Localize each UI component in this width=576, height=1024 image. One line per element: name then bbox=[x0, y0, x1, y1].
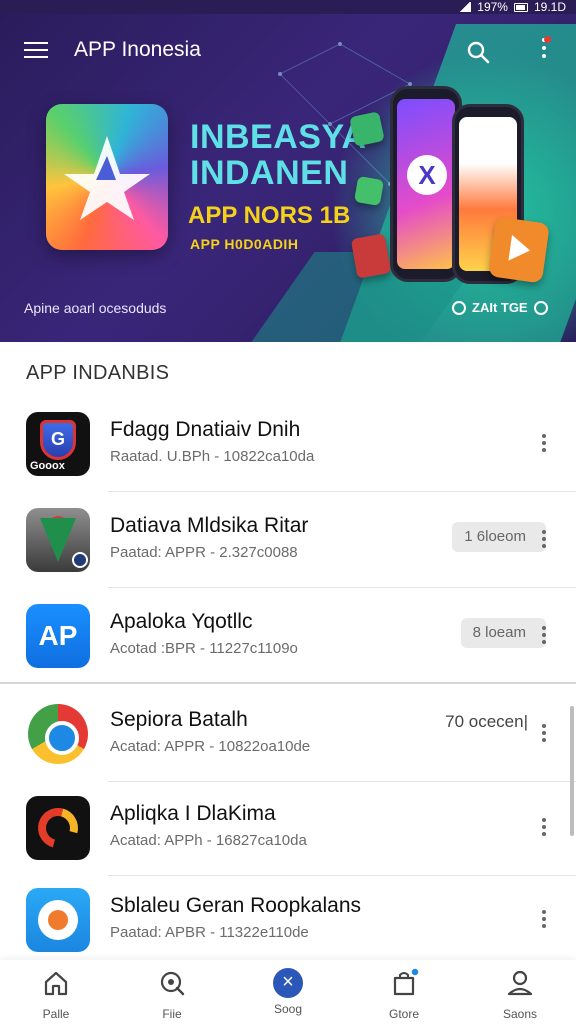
app-icon-swoosh bbox=[26, 796, 90, 860]
nav-profile[interactable]: Saons bbox=[475, 968, 565, 1021]
divider bbox=[0, 682, 576, 684]
nav-home[interactable]: Palle bbox=[11, 968, 101, 1021]
bottom-navigation: Palle Fiie Soog Gtore Saons bbox=[0, 960, 576, 1024]
menu-icon[interactable] bbox=[24, 42, 48, 60]
item-menu-icon[interactable] bbox=[540, 818, 548, 840]
app-size: 70 ocecen| bbox=[445, 712, 528, 731]
item-menu-icon[interactable] bbox=[540, 724, 548, 746]
banner-badge[interactable]: ZAIt TGE bbox=[452, 300, 548, 315]
list-item[interactable]: Gooox Fdagg Dnatiaiv Dnih Raatad. U.BPh … bbox=[0, 396, 576, 492]
list-item[interactable]: AP Apaloka Yqotllc Acotad :BPR - 11227c1… bbox=[0, 588, 576, 684]
list-item[interactable]: Apliqka I DlaKima Acatad: APPh - 16827ca… bbox=[0, 780, 576, 876]
circle-icon bbox=[533, 300, 548, 315]
app-details: Paatad: APPR - 2.327c0088 bbox=[110, 544, 298, 561]
app-name: Sblaleu Geran Roopkalans bbox=[110, 894, 361, 917]
app-details: Acotad :BPR - 11227c1109o bbox=[110, 640, 298, 657]
profile-icon bbox=[507, 970, 533, 996]
app-icon-gem bbox=[26, 508, 90, 572]
discover-icon bbox=[160, 971, 185, 996]
nav-label: Saons bbox=[502, 1007, 538, 1021]
nav-label: Palle bbox=[42, 1007, 70, 1021]
app-icon-chat bbox=[26, 888, 90, 952]
app-name: Datiava Mldsika Ritar bbox=[110, 514, 309, 537]
app-details: Raatad. U.BPh - 10822ca10da bbox=[110, 448, 315, 465]
item-menu-icon[interactable] bbox=[540, 626, 548, 648]
banner-tagline: APP H0D0ADIH bbox=[190, 236, 299, 252]
hero-banner[interactable]: APP Inonesia INBEASYA INDANEN APP NORS 1… bbox=[0, 14, 576, 342]
item-menu-icon[interactable] bbox=[540, 910, 548, 932]
app-details: Acatad: APPh - 16827ca10da bbox=[110, 832, 307, 849]
banner-headline-1: INBEASYA bbox=[190, 118, 367, 156]
app-icon-ap: AP bbox=[26, 604, 90, 668]
app-details: Paatad: APBR - 11322e110de bbox=[110, 924, 309, 941]
nav-discover[interactable]: Fiie bbox=[127, 968, 217, 1021]
banner-app-logo bbox=[46, 104, 168, 250]
circle-icon bbox=[452, 300, 466, 315]
app-name: Fdagg Dnatiaiv Dnih bbox=[110, 418, 301, 441]
banner-caption: Apine aoarl ocesoduds bbox=[24, 300, 167, 316]
status-icons: 197% 19.1D bbox=[459, 0, 566, 14]
banner-headline-2: INDANEN bbox=[190, 154, 349, 192]
item-menu-icon[interactable] bbox=[540, 434, 548, 456]
clock: 19.1D bbox=[533, 0, 566, 14]
overflow-menu-icon[interactable] bbox=[538, 36, 551, 64]
signal-icon bbox=[459, 2, 472, 12]
item-menu-icon[interactable] bbox=[540, 530, 548, 552]
app-name: Sepiora Batalh bbox=[110, 708, 248, 731]
notification-dot bbox=[544, 36, 551, 43]
banner-subheadline: APP NORS 1B bbox=[188, 202, 351, 229]
search-icon[interactable] bbox=[466, 40, 490, 64]
list-item[interactable]: Datiava Mldsika Ritar Paatad: APPR - 2.3… bbox=[0, 492, 576, 588]
floating-camera-icon bbox=[350, 233, 392, 279]
nav-label: Soog bbox=[273, 1002, 303, 1016]
app-center-icon bbox=[273, 968, 303, 998]
scrollbar[interactable] bbox=[570, 706, 574, 836]
action-button[interactable]: 8 loeam bbox=[460, 618, 546, 648]
app-details: Acatad: APPR - 10822oa10de bbox=[110, 738, 311, 755]
store-bag-icon bbox=[393, 967, 420, 996]
home-icon bbox=[44, 971, 68, 996]
nav-label: Gtore bbox=[388, 1007, 419, 1021]
app-icon-chrome bbox=[26, 702, 90, 766]
play-icon bbox=[488, 216, 550, 284]
nav-store[interactable]: Gtore bbox=[359, 967, 449, 1021]
battery-percent: 197% bbox=[477, 0, 508, 14]
nav-label: Fiie bbox=[162, 1007, 182, 1021]
list-item[interactable]: Sepiora Batalh Acatad: APPR - 10822oa10d… bbox=[0, 686, 576, 782]
app-icon-shield: Gooox bbox=[26, 412, 90, 476]
battery-icon bbox=[513, 2, 528, 12]
list-item[interactable]: Sblaleu Geran Roopkalans Paatad: APBR - … bbox=[0, 872, 576, 968]
action-button[interactable]: 1 6loeom bbox=[452, 522, 546, 552]
nav-center[interactable]: Soog bbox=[243, 968, 333, 1016]
app-name: Apliqka I DlaKima bbox=[110, 802, 276, 825]
app-name: Apaloka Yqotllc bbox=[110, 610, 253, 633]
app-title: APP Inonesia bbox=[74, 38, 201, 61]
floating-app-icon bbox=[349, 111, 385, 147]
status-bar: 197% 19.1D bbox=[0, 0, 576, 14]
floating-app-icon bbox=[353, 175, 385, 207]
section-title: APP INDANBIS bbox=[26, 362, 170, 384]
